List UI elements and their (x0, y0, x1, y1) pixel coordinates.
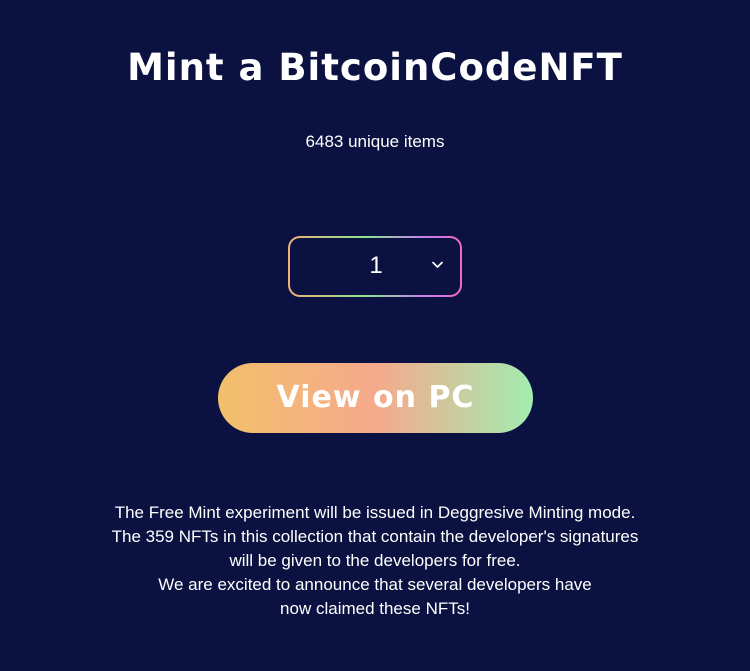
notice-line: now claimed these NFTs! (280, 599, 470, 618)
notice-line: will be given to the developers for free… (229, 551, 521, 570)
notice-line: The Free Mint experiment will be issued … (114, 503, 636, 522)
item-count: 6483 unique items (305, 132, 445, 151)
quantity-select[interactable]: 1 (288, 236, 462, 297)
mint-page: Mint a BitcoinCodeNFT 6483 unique items … (0, 0, 750, 671)
notice-line: We are excited to announce that several … (158, 575, 592, 594)
mint-notice: The Free Mint experiment will be issued … (0, 501, 750, 621)
view-on-pc-button[interactable]: View on PC (218, 363, 533, 433)
quantity-select-inner: 1 (290, 238, 460, 295)
notice-line: The 359 NFTs in this collection that con… (111, 527, 639, 546)
page-title: Mint a BitcoinCodeNFT (127, 46, 623, 89)
chevron-down-icon (432, 261, 443, 268)
